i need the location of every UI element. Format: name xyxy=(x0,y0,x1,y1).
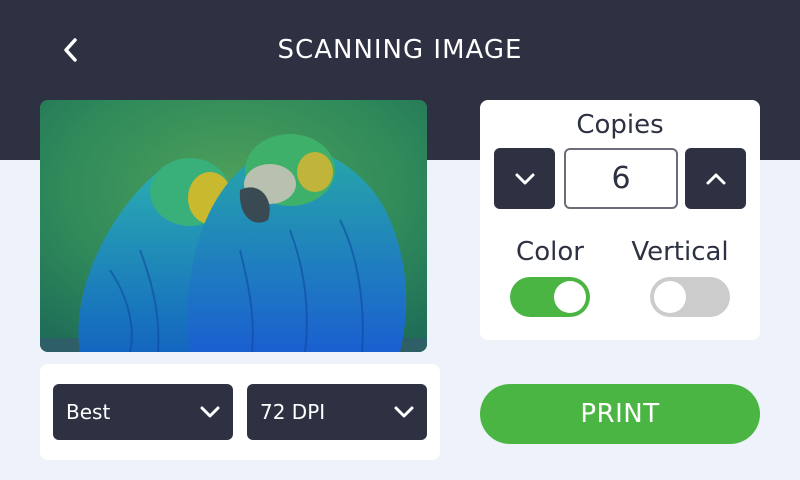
vertical-toggle-label: Vertical xyxy=(631,237,729,267)
increment-copies-button[interactable] xyxy=(685,148,746,209)
quality-select-value: Best xyxy=(66,400,111,424)
scan-options-panel: Best 72 DPI xyxy=(40,364,440,460)
toggle-knob xyxy=(654,281,686,313)
quality-select[interactable]: Best xyxy=(53,384,233,440)
scan-preview-image xyxy=(40,100,427,352)
resolution-select[interactable]: 72 DPI xyxy=(247,384,427,440)
print-settings-panel: Copies 6 Color Vertical xyxy=(480,100,760,340)
chevron-down-icon xyxy=(394,406,414,418)
toggle-knob xyxy=(554,281,586,313)
decrement-copies-button[interactable] xyxy=(494,148,555,209)
color-toggle[interactable] xyxy=(510,277,590,317)
color-toggle-label: Color xyxy=(516,237,584,267)
vertical-toggle[interactable] xyxy=(650,277,730,317)
chevron-down-icon xyxy=(200,406,220,418)
copies-label: Copies xyxy=(576,110,664,140)
print-button[interactable]: PRINT xyxy=(480,384,760,444)
resolution-select-value: 72 DPI xyxy=(260,400,326,424)
chevron-down-icon xyxy=(515,173,534,184)
page-title: SCANNING IMAGE xyxy=(277,35,523,65)
copies-input[interactable]: 6 xyxy=(564,148,678,209)
chevron-up-icon xyxy=(706,173,725,184)
